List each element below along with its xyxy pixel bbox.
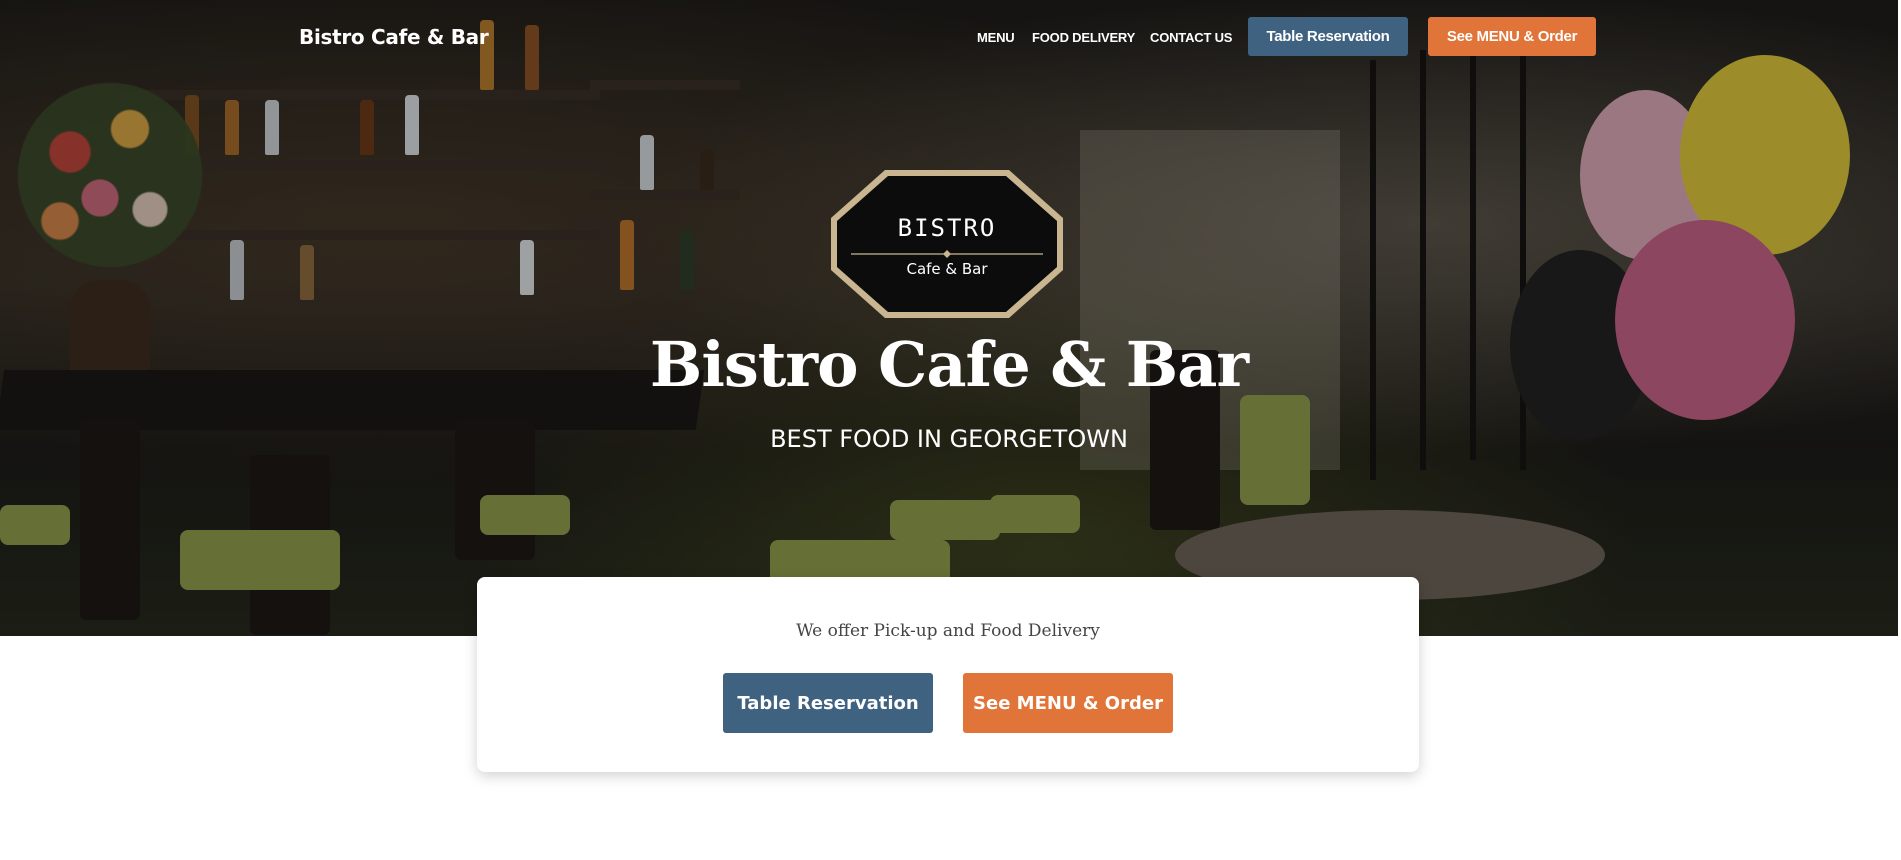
nav-link-food-delivery[interactable]: FOOD DELIVERY bbox=[1032, 30, 1135, 45]
card-see-menu-order-button[interactable]: See MENU & Order bbox=[963, 673, 1173, 733]
pickup-delivery-card: We offer Pick-up and Food Delivery Table… bbox=[477, 577, 1419, 772]
logo-bottom-text: Cafe & Bar bbox=[906, 260, 988, 278]
nav-link-menu[interactable]: MENU bbox=[977, 30, 1015, 45]
hero-section: Bistro Cafe & Bar MENU FOOD DELIVERY CON… bbox=[0, 0, 1898, 636]
brand-logo-text[interactable]: Bistro Cafe & Bar bbox=[299, 25, 489, 49]
nav-see-menu-order-button[interactable]: See MENU & Order bbox=[1428, 17, 1596, 56]
nav-link-contact-us[interactable]: CONTACT US bbox=[1150, 30, 1232, 45]
card-table-reservation-button[interactable]: Table Reservation bbox=[723, 673, 933, 733]
nav-table-reservation-button[interactable]: Table Reservation bbox=[1248, 17, 1408, 56]
card-text: We offer Pick-up and Food Delivery bbox=[796, 621, 1100, 641]
bistro-logo-badge: BISTRO Cafe & Bar bbox=[829, 168, 1065, 320]
logo-top-text: BISTRO bbox=[897, 214, 997, 242]
hero-title: Bistro Cafe & Bar bbox=[649, 328, 1249, 401]
hero-subtitle: BEST FOOD IN GEORGETOWN bbox=[770, 425, 1128, 453]
